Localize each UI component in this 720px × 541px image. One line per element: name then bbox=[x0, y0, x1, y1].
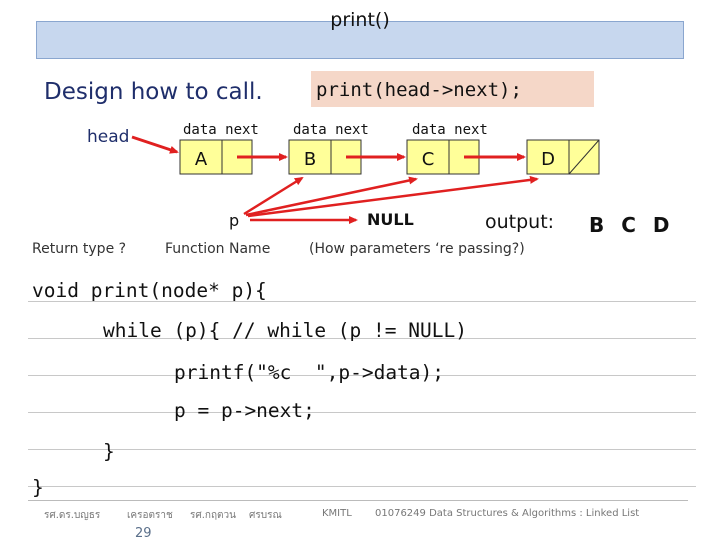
code-row bbox=[28, 413, 696, 450]
field-header: data next bbox=[183, 122, 259, 138]
return-type-annotation: Return type ? bbox=[32, 241, 127, 257]
output-value: B C D bbox=[589, 213, 671, 237]
node-data-label: A bbox=[195, 149, 208, 170]
footer-author: ศรบรณ bbox=[249, 510, 282, 521]
page-number: 29 bbox=[135, 526, 152, 541]
field-header: data next bbox=[293, 122, 369, 138]
footer-institute: KMITL bbox=[322, 508, 352, 519]
code-line-1: void print(node* p){ bbox=[32, 279, 267, 302]
footer-divider bbox=[28, 500, 688, 501]
code-row bbox=[28, 450, 696, 487]
code-line-4: p = p->next; bbox=[174, 399, 315, 422]
code-line-5: } bbox=[103, 440, 115, 463]
function-name-annotation: Function Name bbox=[165, 241, 271, 257]
p-label: p bbox=[229, 211, 239, 230]
node-data-label: D bbox=[541, 149, 555, 170]
node-d: D bbox=[526, 139, 600, 175]
footer-author: รศ.ดร.บญธร bbox=[44, 510, 101, 521]
footer-author: รศ.กฤตวน bbox=[190, 510, 236, 521]
head-arrow bbox=[131, 135, 179, 154]
code-line-3: printf("%c ",p->data); bbox=[174, 361, 445, 384]
head-label: head bbox=[87, 127, 129, 147]
node-data-label: C bbox=[422, 149, 435, 170]
footer-author: เครอตราช bbox=[127, 510, 173, 521]
output-label: output: bbox=[485, 211, 555, 233]
code-block: void print(node* p){ while (p){ // while… bbox=[28, 265, 696, 502]
null-label: NULL bbox=[367, 210, 414, 229]
field-header: data next bbox=[412, 122, 488, 138]
params-annotation: (How parameters ‘re passing?) bbox=[309, 241, 525, 257]
node-data-label: B bbox=[304, 149, 316, 170]
code-line-6: } bbox=[32, 476, 44, 499]
footer-course: 01076249 Data Structures & Algorithms : … bbox=[375, 508, 640, 519]
code-line-2: while (p){ // while (p != NULL) bbox=[103, 319, 467, 342]
